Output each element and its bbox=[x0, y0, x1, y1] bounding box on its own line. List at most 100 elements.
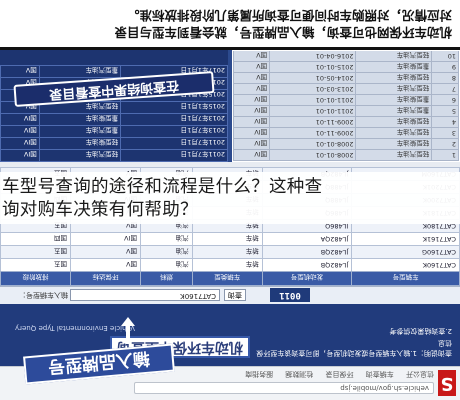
standards-cell: 重型柴油车 bbox=[39, 113, 121, 126]
search-button[interactable]: 查询 bbox=[224, 289, 246, 301]
standards-row: 6 重型柴油车 2011-01-01 国IV bbox=[233, 94, 459, 106]
table-cell: 国IV bbox=[70, 232, 141, 246]
header-note: 2.查询结果仅供参考 bbox=[389, 327, 452, 335]
standards-table-left: 1 轻型汽油车 2008-01-01 国IV 2 轻型柴油车 2008-01-01 国IV 3 轻… bbox=[233, 50, 459, 161]
standards-cell: 2 bbox=[431, 138, 459, 150]
standards-row: 7 轻型汽油车 2013-03-01 国V bbox=[233, 83, 459, 95]
standards-row: 1 轻型汽油车 2008-01-01 国IV bbox=[233, 149, 459, 161]
table-cell: CAT7160G bbox=[351, 245, 460, 259]
standards-row: 4 轻型柴油车 2009-11-01 国IV bbox=[233, 116, 459, 128]
table-row: CAT7161K JL482QA 轿车 汽油 国IV 国四 bbox=[0, 232, 460, 246]
standards-cell: 2013-03-01 bbox=[269, 83, 356, 95]
standards-cell: 8 bbox=[431, 72, 459, 84]
visit-counter: 0011 bbox=[270, 288, 310, 302]
table-cell: 汽油 bbox=[140, 232, 193, 246]
table-row: CAT7160G JL482QB 轿车 汽油 国V 国五 bbox=[0, 245, 460, 259]
standards-cell: 国IV bbox=[233, 105, 270, 117]
standards-cell: 2013年7月1日 bbox=[120, 113, 228, 126]
standards-cell: 2015-01-01 bbox=[269, 61, 356, 73]
standards-cell: 重型汽油车 bbox=[39, 65, 121, 78]
nav-tab[interactable]: 信息公开 bbox=[406, 370, 434, 378]
standards-cell: 2009-11-01 bbox=[269, 116, 356, 128]
standards-cell: 国V bbox=[233, 72, 270, 84]
standards-cell: 5 bbox=[431, 105, 459, 117]
standards-cell: 7 bbox=[431, 83, 459, 95]
standards-row: 10 轻型汽油车 2016-04-01 国V bbox=[233, 50, 459, 62]
table-cell: 轿车 bbox=[192, 258, 263, 272]
standards-row: 8 轻型柴油车 2014-05-01 国V bbox=[233, 72, 459, 84]
brand-logo: S bbox=[438, 370, 456, 396]
table-cell: 国V bbox=[70, 258, 141, 272]
header-note: 查询说明：1.输入车辆型号或发动机型号，即可查询该车型环保信息 bbox=[256, 339, 452, 357]
model-input[interactable]: CAT7160K bbox=[70, 289, 220, 301]
standards-cell: 1 bbox=[431, 149, 459, 161]
standards-cell: 10 bbox=[431, 50, 459, 62]
table-cell: CAT7161K bbox=[351, 232, 460, 246]
banner-line: 机动车环保网也可查询，输入品牌型号，就会看到车型与目录 bbox=[114, 25, 452, 40]
banner-line: 对应情况，对照购车时间便可查询所属第几阶段排放标准。 bbox=[126, 8, 452, 23]
table-cell: 国四 bbox=[0, 232, 71, 246]
nav-tab[interactable]: 检测数据 bbox=[285, 370, 313, 378]
standards-cell: 国V bbox=[233, 83, 270, 95]
standards-cell: 国V bbox=[0, 65, 40, 78]
standards-cell: 2009-11-01 bbox=[269, 127, 356, 139]
standards-row: 2011年7月1日 轻型汽油车 国IV bbox=[0, 149, 228, 162]
standards-cell: 轻型汽油车 bbox=[355, 50, 432, 62]
table-cell: 国五 bbox=[0, 245, 71, 259]
column-header: 发动机型号 bbox=[262, 271, 352, 286]
caption-overlay: 车型号查询的途径和流程是什么？这种查 询对购车决策有何帮助？ bbox=[0, 172, 460, 224]
standards-cell: 轻型柴油车 bbox=[355, 116, 432, 128]
standards-cell: 国V bbox=[233, 50, 270, 62]
nav-tab[interactable]: 车辆查询 bbox=[366, 370, 394, 378]
standards-cell: 国IV bbox=[233, 138, 270, 150]
annotation-arrow bbox=[126, 322, 130, 344]
standards-card-right: 2011年7月1日 轻型汽油车 国IV 2011年7月1日 轻型柴油车 国IV 2013年7… bbox=[0, 50, 228, 162]
table-cell: JL482QB bbox=[262, 258, 352, 272]
standards-cell: 2011年7月1日 bbox=[120, 137, 228, 150]
standards-cell: 重型柴油车 bbox=[355, 61, 432, 73]
standards-card-left: 1 轻型汽油车 2008-01-01 国IV 2 轻型柴油车 2008-01-01 国IV 3 轻… bbox=[232, 50, 460, 162]
standards-cell: 2011年7月1日 bbox=[120, 149, 228, 162]
nav-tab[interactable]: 服务指南 bbox=[245, 370, 273, 378]
standards-cell: 2011-01-01 bbox=[269, 105, 356, 117]
screenshot-stage: S vehicle.sh.gov/mobile.jsp 信息公开 车辆查询 环保… bbox=[0, 0, 460, 400]
standards-cell: 轻型柴油车 bbox=[355, 72, 432, 84]
standards-cell: 轻型汽油车 bbox=[39, 149, 121, 162]
standards-cell: 6 bbox=[431, 94, 459, 106]
page-subtitle: Vehicle Environmental Type Query bbox=[15, 324, 135, 332]
standards-cell: 4 bbox=[431, 116, 459, 128]
nav-tab[interactable]: 环保目录 bbox=[326, 370, 354, 378]
address-bar[interactable]: vehicle.sh.gov/mobile.jsp bbox=[134, 382, 434, 394]
standards-cell: 重型柴油车 bbox=[355, 94, 432, 106]
standards-row: 5 重型汽油车 2011-01-01 国IV bbox=[233, 105, 459, 117]
standards-cell: 2015年1月1日 bbox=[120, 101, 228, 114]
standards-row: 2013年7月1日 重型柴油车 国IV bbox=[0, 113, 228, 126]
column-header: 排放阶段 bbox=[0, 271, 71, 286]
standards-cell: 2013年7月1日 bbox=[120, 125, 228, 138]
table-header-row: 车辆型号 发动机型号 车辆类型 燃料 环保达标 排放阶段 bbox=[0, 271, 460, 286]
table-cell: 轿车 bbox=[192, 232, 263, 246]
standards-cell: 2014-05-01 bbox=[269, 72, 356, 84]
standards-cell: 轻型汽油车 bbox=[355, 149, 432, 161]
standards-cell: 2016-04-01 bbox=[269, 50, 356, 62]
query-label: 输入车辆型号： bbox=[19, 291, 68, 299]
standards-cell: 9 bbox=[431, 61, 459, 73]
column-header: 车辆类型 bbox=[192, 271, 263, 286]
caption-line: 车型号查询的途径和流程是什么？这种查 bbox=[2, 177, 323, 197]
standards-cell: 国IV bbox=[233, 94, 270, 106]
table-cell: 汽油 bbox=[140, 258, 193, 272]
standards-row: 9 重型柴油车 2015-01-01 国V bbox=[233, 61, 459, 73]
standards-cell: 国IV bbox=[0, 113, 40, 126]
standards-cell: 重型汽油车 bbox=[39, 125, 121, 138]
standards-cell: 国IV bbox=[233, 127, 270, 139]
column-header: 车辆型号 bbox=[351, 271, 460, 286]
standards-cell: 国IV bbox=[0, 149, 40, 162]
standards-cell: 国IV bbox=[233, 149, 270, 161]
standards-cell: 2008-01-01 bbox=[269, 138, 356, 150]
column-header: 环保达标 bbox=[70, 271, 141, 286]
standards-cell: 国IV bbox=[0, 125, 40, 138]
table-cell: JL482QA bbox=[262, 232, 352, 246]
table-cell: 国五 bbox=[0, 258, 71, 272]
standards-cell: 轻型汽油车 bbox=[355, 127, 432, 139]
standards-cell: 3 bbox=[431, 127, 459, 139]
